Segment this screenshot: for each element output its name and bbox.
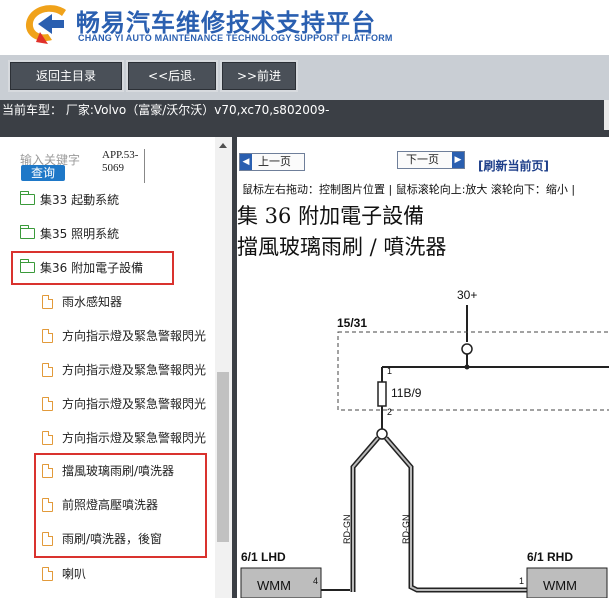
current-model-text: 当前车型： 厂家:Volvo（富豪/沃尔沃）v70,xc70,s802009- (2, 103, 330, 117)
left-unit-label: 6/1 LHD (241, 550, 286, 564)
back-button[interactable]: <<后退. (126, 60, 218, 92)
next-page-label: 下一页 (406, 153, 439, 166)
fuse-pin2: 2 (387, 407, 392, 417)
current-model-bar: 当前车型： 厂家:Volvo（富豪/沃尔沃）v70,xc70,s802009- (0, 100, 609, 137)
forward-button[interactable]: >>前进 (220, 60, 298, 92)
fuse-pin1: 1 (387, 366, 392, 376)
tree-item-label: 喇叭 (62, 567, 87, 581)
prev-page-label: 上一页 (258, 155, 291, 168)
fuse-label: 11B/9 (391, 386, 422, 400)
left-wire-outer (350, 436, 380, 592)
document-icon (42, 295, 53, 309)
search-input[interactable]: APP.53-5069 (102, 149, 145, 183)
folder-icon (20, 191, 35, 205)
refresh-link[interactable]: [刷新当前页] (478, 157, 549, 174)
prev-page-button[interactable]: ◀ 上一页 (239, 153, 305, 171)
mouse-hint: 鼠标左右拖动：控制图片位置 | 鼠标滚轮向上:放大 滚轮向下：缩小 | (242, 183, 576, 196)
scrollbar-thumb[interactable] (217, 372, 229, 542)
document-chapter-title: 集 36 附加電子設備 (237, 204, 425, 228)
wire-color-left: RD-GN (342, 515, 352, 545)
tree-item-label: 雨水感知器 (62, 295, 123, 309)
supply-label: 30+ (457, 288, 477, 302)
document-viewer: ◀ 上一页 下一页 ▶ [刷新当前页] 鼠标左右拖动：控制图片位置 | 鼠标滚轮… (237, 137, 609, 598)
document-icon (42, 363, 53, 377)
tree-item-label: 集35 照明系統 (40, 227, 120, 241)
supply-junction (461, 343, 473, 355)
sidebar: 输入关键字 查询 APP.53-5069 集33 起動系統 集35 照明系統 集… (0, 137, 232, 598)
wire-color-right: RD-GN (401, 515, 411, 545)
right-module-pin: 1 (519, 576, 524, 586)
scroll-up-icon[interactable] (219, 143, 227, 148)
tree-item-label: 方向指示燈及緊急警報閃光 (62, 431, 207, 445)
document-section-title: 擋風玻璃雨刷 / 噴洗器 (237, 235, 447, 259)
search-button[interactable]: 查询 (21, 165, 65, 181)
document-icon (42, 567, 53, 581)
tree-item-label: 方向指示燈及緊急警報閃光 (62, 363, 207, 377)
right-wire-outer (384, 436, 537, 593)
sidebar-scrollbar[interactable] (215, 137, 232, 598)
fuse-symbol (377, 381, 387, 407)
chang-yi-logo-icon (25, 5, 66, 44)
document-icon (42, 329, 53, 343)
fuse-box-label: 15/31 (337, 316, 367, 330)
next-page-button[interactable]: 下一页 ▶ (397, 151, 465, 169)
home-button[interactable]: 返回主目录 (8, 60, 124, 92)
tree-item-label: 集33 起動系統 (40, 193, 120, 207)
document-icon (42, 431, 53, 445)
tree-item-label: 方向指示燈及緊急警報閃光 (62, 397, 207, 411)
highlight-box-folder (11, 251, 174, 285)
document-icon (42, 397, 53, 411)
left-arrow-icon: ◀ (240, 154, 252, 170)
app-header: 畅易汽车维修技术支持平台 CHANG YI AUTO MAINTENANCE T… (0, 0, 609, 55)
left-module-pin: 4 (313, 576, 318, 586)
bus-node (464, 364, 470, 370)
toolbar: 返回主目录 <<后退. >>前进 (0, 55, 609, 100)
folder-icon (20, 225, 35, 239)
tree-item-label: 方向指示燈及緊急警報閃光 (62, 329, 207, 343)
wiring-diagram[interactable]: 30+ 15/31 11B/9 1 2 RD-GN RD-GN 6/1 LHD … (237, 272, 609, 598)
right-module-label: WMM (543, 578, 577, 593)
left-module-label: WMM (257, 578, 291, 593)
highlight-box-files (34, 453, 207, 558)
model-bar-scrollbar[interactable] (604, 100, 609, 130)
right-arrow-icon: ▶ (452, 152, 464, 168)
fuse-output-junction (376, 428, 388, 440)
right-unit-label: 6/1 RHD (527, 550, 573, 564)
brand-subtitle: CHANG YI AUTO MAINTENANCE TECHNOLOGY SUP… (78, 33, 393, 43)
